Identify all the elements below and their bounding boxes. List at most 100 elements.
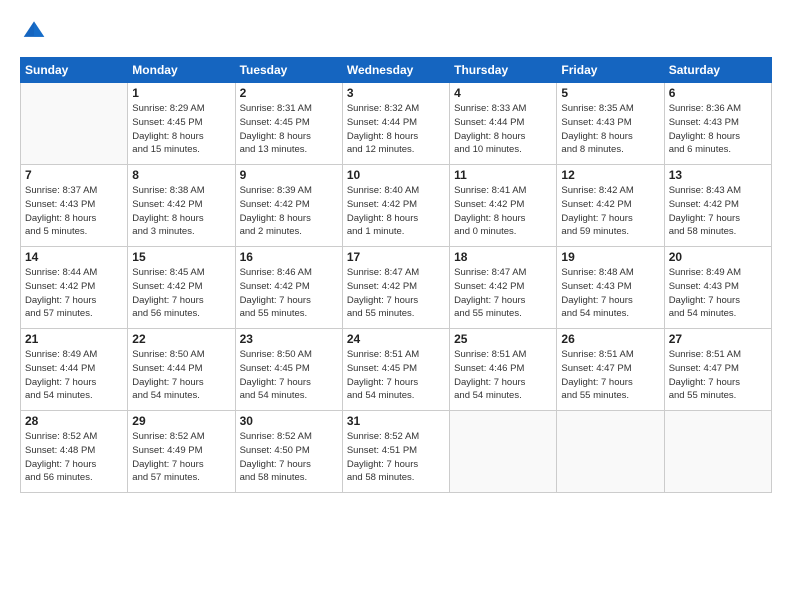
day-info: Sunrise: 8:49 AM Sunset: 4:44 PM Dayligh… (25, 348, 123, 403)
day-info: Sunrise: 8:52 AM Sunset: 4:50 PM Dayligh… (240, 430, 338, 485)
table-row: 13 Sunrise: 8:43 AM Sunset: 4:42 PM Dayli… (664, 165, 771, 247)
table-row: 25Sunrise: 8:51 AM Sunset: 4:46 PM Dayli… (450, 329, 557, 411)
table-row: 5 Sunrise: 8:35 AM Sunset: 4:43 PM Daylig… (557, 83, 664, 165)
day-info: Sunrise: 8:50 AM Sunset: 4:45 PM Dayligh… (240, 348, 338, 403)
day-number: 30 (240, 414, 338, 428)
table-row: 16Sunrise: 8:46 AM Sunset: 4:42 PM Dayli… (235, 247, 342, 329)
logo (20, 18, 46, 47)
day-number: 21 (25, 332, 123, 346)
day-number: 31 (347, 414, 445, 428)
day-info: Sunrise: 8:39 AM Sunset: 4:42 PM Dayligh… (240, 184, 338, 239)
table-row: 28 Sunrise: 8:52 AM Sunset: 4:48 PM Dayli… (21, 411, 128, 493)
table-row: 12 Sunrise: 8:42 AM Sunset: 4:42 PM Dayli… (557, 165, 664, 247)
day-number: 27 (669, 332, 767, 346)
table-row: 6 Sunrise: 8:36 AM Sunset: 4:43 PM Daylig… (664, 83, 771, 165)
table-row: 21 Sunrise: 8:49 AM Sunset: 4:44 PM Dayli… (21, 329, 128, 411)
table-row: 11Sunrise: 8:41 AM Sunset: 4:42 PM Dayli… (450, 165, 557, 247)
table-row (450, 411, 557, 493)
table-row: 22Sunrise: 8:50 AM Sunset: 4:44 PM Dayli… (128, 329, 235, 411)
table-row: 27 Sunrise: 8:51 AM Sunset: 4:47 PM Dayli… (664, 329, 771, 411)
table-row: 24 Sunrise: 8:51 AM Sunset: 4:45 PM Dayli… (342, 329, 449, 411)
header-friday: Friday (557, 58, 664, 83)
calendar-week-row: 7Sunrise: 8:37 AM Sunset: 4:43 PM Daylig… (21, 165, 772, 247)
day-info: Sunrise: 8:33 AM Sunset: 4:44 PM Dayligh… (454, 102, 552, 157)
day-info: Sunrise: 8:51 AM Sunset: 4:47 PM Dayligh… (669, 348, 767, 403)
table-row: 2 Sunrise: 8:31 AM Sunset: 4:45 PM Daylig… (235, 83, 342, 165)
weekday-header-row: Sunday Monday Tuesday Wednesday Thursday… (21, 58, 772, 83)
day-number: 20 (669, 250, 767, 264)
day-number: 11 (454, 168, 552, 182)
day-info: Sunrise: 8:38 AM Sunset: 4:42 PM Dayligh… (132, 184, 230, 239)
table-row: 14Sunrise: 8:44 AM Sunset: 4:42 PM Dayli… (21, 247, 128, 329)
day-number: 10 (347, 168, 445, 182)
table-row: 1 Sunrise: 8:29 AM Sunset: 4:45 PM Daylig… (128, 83, 235, 165)
day-number: 15 (132, 250, 230, 264)
day-info: Sunrise: 8:42 AM Sunset: 4:42 PM Dayligh… (561, 184, 659, 239)
day-number: 6 (669, 86, 767, 100)
table-row: 30 Sunrise: 8:52 AM Sunset: 4:50 PM Dayli… (235, 411, 342, 493)
day-number: 12 (561, 168, 659, 182)
header-monday: Monday (128, 58, 235, 83)
table-row (557, 411, 664, 493)
table-row: 17 Sunrise: 8:47 AM Sunset: 4:42 PM Dayli… (342, 247, 449, 329)
day-info: Sunrise: 8:36 AM Sunset: 4:43 PM Dayligh… (669, 102, 767, 157)
day-number: 8 (132, 168, 230, 182)
day-info: Sunrise: 8:31 AM Sunset: 4:45 PM Dayligh… (240, 102, 338, 157)
calendar-week-row: 1 Sunrise: 8:29 AM Sunset: 4:45 PM Daylig… (21, 83, 772, 165)
day-number: 29 (132, 414, 230, 428)
day-info: Sunrise: 8:32 AM Sunset: 4:44 PM Dayligh… (347, 102, 445, 157)
day-number: 23 (240, 332, 338, 346)
header-thursday: Thursday (450, 58, 557, 83)
table-row (21, 83, 128, 165)
table-row: 26 Sunrise: 8:51 AM Sunset: 4:47 PM Dayli… (557, 329, 664, 411)
day-number: 19 (561, 250, 659, 264)
table-row: 31 Sunrise: 8:52 AM Sunset: 4:51 PM Dayli… (342, 411, 449, 493)
day-info: Sunrise: 8:45 AM Sunset: 4:42 PM Dayligh… (132, 266, 230, 321)
calendar-week-row: 21 Sunrise: 8:49 AM Sunset: 4:44 PM Dayli… (21, 329, 772, 411)
day-info: Sunrise: 8:47 AM Sunset: 4:42 PM Dayligh… (347, 266, 445, 321)
day-number: 4 (454, 86, 552, 100)
table-row: 20 Sunrise: 8:49 AM Sunset: 4:43 PM Dayli… (664, 247, 771, 329)
day-number: 1 (132, 86, 230, 100)
day-info: Sunrise: 8:47 AM Sunset: 4:42 PM Dayligh… (454, 266, 552, 321)
day-number: 28 (25, 414, 123, 428)
day-number: 18 (454, 250, 552, 264)
header-tuesday: Tuesday (235, 58, 342, 83)
table-row: 18 Sunrise: 8:47 AM Sunset: 4:42 PM Dayli… (450, 247, 557, 329)
table-row: 10 Sunrise: 8:40 AM Sunset: 4:42 PM Dayli… (342, 165, 449, 247)
calendar-week-row: 14Sunrise: 8:44 AM Sunset: 4:42 PM Dayli… (21, 247, 772, 329)
day-info: Sunrise: 8:40 AM Sunset: 4:42 PM Dayligh… (347, 184, 445, 239)
table-row: 3 Sunrise: 8:32 AM Sunset: 4:44 PM Daylig… (342, 83, 449, 165)
table-row: 7Sunrise: 8:37 AM Sunset: 4:43 PM Daylig… (21, 165, 128, 247)
logo-icon (22, 18, 46, 42)
day-info: Sunrise: 8:49 AM Sunset: 4:43 PM Dayligh… (669, 266, 767, 321)
day-info: Sunrise: 8:52 AM Sunset: 4:51 PM Dayligh… (347, 430, 445, 485)
day-info: Sunrise: 8:35 AM Sunset: 4:43 PM Dayligh… (561, 102, 659, 157)
day-number: 13 (669, 168, 767, 182)
day-info: Sunrise: 8:48 AM Sunset: 4:43 PM Dayligh… (561, 266, 659, 321)
table-row: 9 Sunrise: 8:39 AM Sunset: 4:42 PM Daylig… (235, 165, 342, 247)
day-info: Sunrise: 8:44 AM Sunset: 4:42 PM Dayligh… (25, 266, 123, 321)
table-row: 4 Sunrise: 8:33 AM Sunset: 4:44 PM Daylig… (450, 83, 557, 165)
calendar-table: Sunday Monday Tuesday Wednesday Thursday… (20, 57, 772, 493)
table-row: 8 Sunrise: 8:38 AM Sunset: 4:42 PM Daylig… (128, 165, 235, 247)
day-number: 9 (240, 168, 338, 182)
day-info: Sunrise: 8:51 AM Sunset: 4:47 PM Dayligh… (561, 348, 659, 403)
calendar-week-row: 28 Sunrise: 8:52 AM Sunset: 4:48 PM Dayli… (21, 411, 772, 493)
day-number: 17 (347, 250, 445, 264)
table-row: 15 Sunrise: 8:45 AM Sunset: 4:42 PM Dayli… (128, 247, 235, 329)
day-number: 2 (240, 86, 338, 100)
day-info: Sunrise: 8:29 AM Sunset: 4:45 PM Dayligh… (132, 102, 230, 157)
day-info: Sunrise: 8:46 AM Sunset: 4:42 PM Dayligh… (240, 266, 338, 321)
day-number: 5 (561, 86, 659, 100)
day-info: Sunrise: 8:43 AM Sunset: 4:42 PM Dayligh… (669, 184, 767, 239)
day-number: 26 (561, 332, 659, 346)
header (20, 18, 772, 47)
day-number: 24 (347, 332, 445, 346)
header-wednesday: Wednesday (342, 58, 449, 83)
day-number: 25 (454, 332, 552, 346)
day-info: Sunrise: 8:52 AM Sunset: 4:48 PM Dayligh… (25, 430, 123, 485)
day-number: 7 (25, 168, 123, 182)
day-info: Sunrise: 8:51 AM Sunset: 4:45 PM Dayligh… (347, 348, 445, 403)
day-number: 3 (347, 86, 445, 100)
